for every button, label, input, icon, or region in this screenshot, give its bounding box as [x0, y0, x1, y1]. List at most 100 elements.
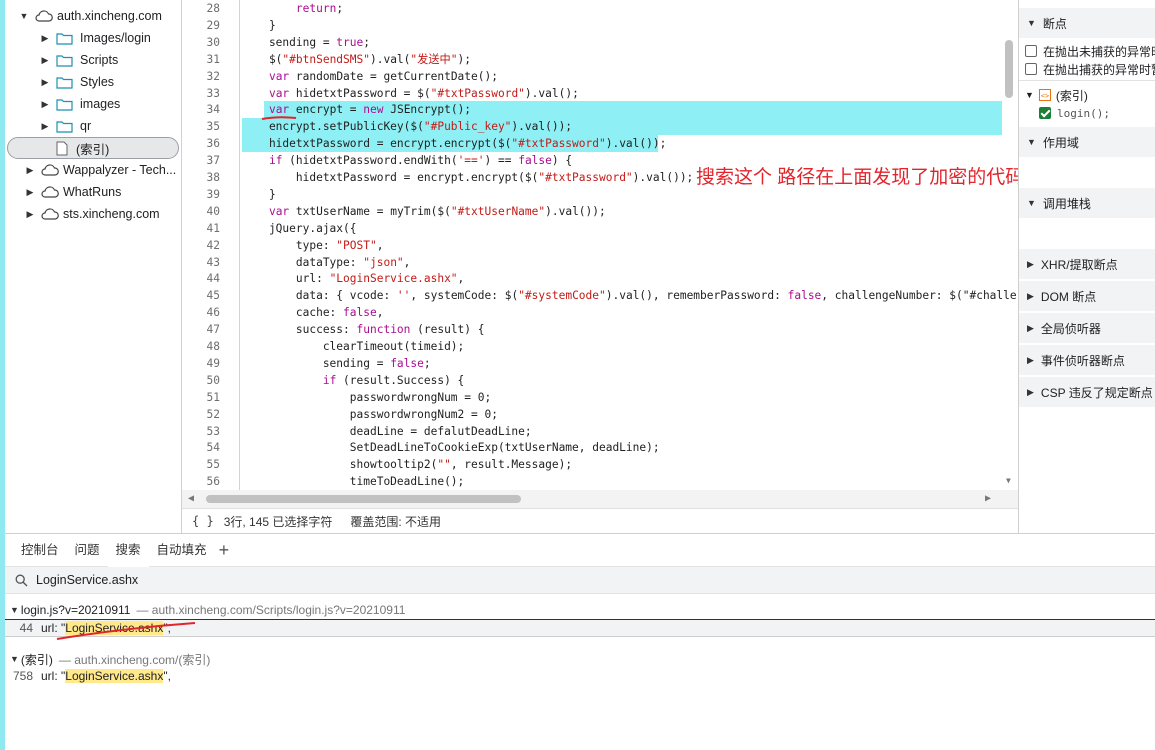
pause-caught-checkbox[interactable] [1025, 63, 1037, 75]
chevron-right-icon[interactable]: ▶ [1027, 323, 1034, 334]
add-tab-icon[interactable]: + [219, 534, 230, 567]
code-line[interactable]: 45 data: { vcode: '', systemCode: $("#sy… [182, 288, 1018, 305]
pause-uncaught-checkbox[interactable] [1025, 45, 1037, 57]
chevron-down-icon[interactable]: ▼ [1027, 137, 1036, 147]
chevron-right-icon[interactable]: ▶ [40, 77, 50, 88]
line-number[interactable]: 49 [182, 356, 220, 373]
result-file-header[interactable]: ▼ login.js?v=20210911 — auth.xincheng.co… [5, 601, 405, 619]
line-number[interactable]: 36 [182, 136, 220, 153]
code-line[interactable]: 43 dataType: "json", [182, 255, 1018, 272]
chevron-right-icon[interactable]: ▶ [1027, 259, 1034, 270]
breakpoint-file-row[interactable]: ▼ <> (索引) [1019, 86, 1155, 104]
tree-folder-styles[interactable]: ▶ Styles [40, 71, 115, 93]
tree-file-index[interactable]: (索引) [7, 137, 179, 159]
line-number[interactable]: 46 [182, 305, 220, 322]
line-number[interactable]: 56 [182, 474, 220, 491]
code-line[interactable]: 44 url: "LoginService.ashx", [182, 271, 1018, 288]
code-line[interactable]: 31 $("#btnSendSMS").val("发送中"); [182, 52, 1018, 69]
tree-folder-images-login[interactable]: ▶ Images/login [40, 27, 151, 49]
tree-folder-images[interactable]: ▶ images [40, 93, 121, 115]
chevron-right-icon[interactable]: ▶ [40, 33, 50, 44]
code-line[interactable]: 35 encrypt.setPublicKey($("#Public_key")… [182, 119, 1018, 136]
tab-console[interactable]: 控制台 [13, 534, 67, 567]
section-callstack[interactable]: ▼ 调用堆栈 [1019, 188, 1155, 218]
breakpoint-enabled-checkbox[interactable] [1039, 107, 1051, 119]
tree-folder-scripts[interactable]: ▶ Scripts [40, 49, 119, 71]
tree-domain-whatruns[interactable]: ▶ WhatRuns [25, 181, 122, 203]
horizontal-scroll-thumb[interactable] [206, 495, 521, 503]
line-number[interactable]: 47 [182, 322, 220, 339]
line-number[interactable]: 31 [182, 52, 220, 69]
line-number[interactable]: 33 [182, 86, 220, 103]
scroll-left-arrow-icon[interactable]: ◀ [188, 493, 194, 504]
chevron-right-icon[interactable]: ▶ [1027, 291, 1034, 302]
line-number[interactable]: 44 [182, 271, 220, 288]
code-line[interactable]: 32 var randomDate = getCurrentDate(); [182, 69, 1018, 86]
tab-autofill[interactable]: 自动填充 [149, 534, 215, 567]
chevron-down-icon[interactable]: ▼ [19, 11, 29, 21]
section-scope[interactable]: ▼ 作用域 [1019, 127, 1155, 157]
line-number[interactable]: 41 [182, 221, 220, 238]
horizontal-scrollbar[interactable]: ◀ ▶ [182, 490, 1018, 508]
code-line[interactable]: 48 clearTimeout(timeid); [182, 339, 1018, 356]
line-number[interactable]: 38 [182, 170, 220, 187]
code-line[interactable]: 50 if (result.Success) { [182, 373, 1018, 390]
code-line[interactable]: 40 var txtUserName = myTrim($("#txtUserN… [182, 204, 1018, 221]
code-line[interactable]: 56 timeToDeadLine(); [182, 474, 1018, 491]
code-line[interactable]: 46 cache: false, [182, 305, 1018, 322]
code-editor[interactable]: 28 return; 29 } 30 sending = true; 31 $("#b… [182, 0, 1018, 508]
section-xhr-breakpoints[interactable]: ▶ XHR/提取断点 [1019, 249, 1155, 279]
chevron-right-icon[interactable]: ▶ [1027, 387, 1034, 398]
chevron-down-icon[interactable]: ▼ [1027, 18, 1036, 28]
line-number[interactable]: 30 [182, 35, 220, 52]
tree-folder-qr[interactable]: ▶ qr [40, 115, 92, 137]
breakpoint-entry[interactable]: login(); [1019, 104, 1155, 122]
line-number[interactable]: 40 [182, 204, 220, 221]
chevron-right-icon[interactable]: ▶ [25, 165, 35, 176]
code-line[interactable]: 53 deadLine = defalutDeadLine; [182, 424, 1018, 441]
line-number[interactable]: 35 [182, 119, 220, 136]
line-number[interactable]: 51 [182, 390, 220, 407]
line-number[interactable]: 34 [182, 102, 220, 119]
code-line[interactable]: 34 var encrypt = new JSEncrypt(); [182, 102, 1018, 119]
section-event-listener-breakpoints[interactable]: ▶ 事件侦听器断点 [1019, 345, 1155, 375]
section-dom-breakpoints[interactable]: ▶ DOM 断点 [1019, 281, 1155, 311]
code-line[interactable]: 36 hidetxtPassword = encrypt.encrypt($("… [182, 136, 1018, 153]
code-line[interactable]: 42 type: "POST", [182, 238, 1018, 255]
code-line[interactable]: 41 jQuery.ajax({ [182, 221, 1018, 238]
code-line[interactable]: 28 return; [182, 1, 1018, 18]
line-number[interactable]: 55 [182, 457, 220, 474]
chevron-down-icon[interactable]: ▼ [10, 605, 19, 615]
result-line[interactable]: 758 url: "LoginService.ashx", [5, 667, 1155, 685]
result-file-header[interactable]: ▼ (索引) — auth.xincheng.com/(索引) [5, 650, 210, 668]
tab-search[interactable]: 搜索 [107, 533, 149, 567]
scroll-down-arrow-icon[interactable]: ▼ [1006, 476, 1011, 485]
code-line[interactable]: 49 sending = false; [182, 356, 1018, 373]
code-line[interactable]: 29 } [182, 18, 1018, 35]
chevron-right-icon[interactable]: ▶ [40, 121, 50, 132]
chevron-right-icon[interactable]: ▶ [1027, 355, 1034, 366]
code-line[interactable]: 54 SetDeadLineToCookieExp(txtUserName, d… [182, 440, 1018, 457]
chevron-down-icon[interactable]: ▼ [1025, 90, 1034, 100]
code-line[interactable]: 51 passwordwrongNum = 0; [182, 390, 1018, 407]
code-line[interactable]: 55 showtooltip2("", result.Message); [182, 457, 1018, 474]
chevron-right-icon[interactable]: ▶ [40, 99, 50, 110]
line-number[interactable]: 53 [182, 424, 220, 441]
vertical-scrollbar[interactable] [1005, 40, 1013, 98]
tree-domain-sts[interactable]: ▶ sts.xincheng.com [25, 203, 160, 225]
search-input[interactable] [36, 573, 436, 587]
code-line[interactable]: 33 var hidetxtPassword = $("#txtPassword… [182, 86, 1018, 103]
line-number[interactable]: 37 [182, 153, 220, 170]
chevron-down-icon[interactable]: ▼ [10, 654, 19, 664]
chevron-right-icon[interactable]: ▶ [40, 55, 50, 66]
tab-issues[interactable]: 问题 [67, 534, 108, 567]
line-number[interactable]: 50 [182, 373, 220, 390]
code-line[interactable]: 47 success: function (result) { [182, 322, 1018, 339]
chevron-right-icon[interactable]: ▶ [25, 209, 35, 220]
line-number[interactable]: 29 [182, 18, 220, 35]
line-number[interactable]: 39 [182, 187, 220, 204]
line-number[interactable]: 45 [182, 288, 220, 305]
pause-caught-row[interactable]: 在抛出捕获的异常时暂 [1019, 60, 1155, 78]
line-number[interactable]: 52 [182, 407, 220, 424]
pretty-print-button[interactable]: { } [192, 514, 214, 528]
